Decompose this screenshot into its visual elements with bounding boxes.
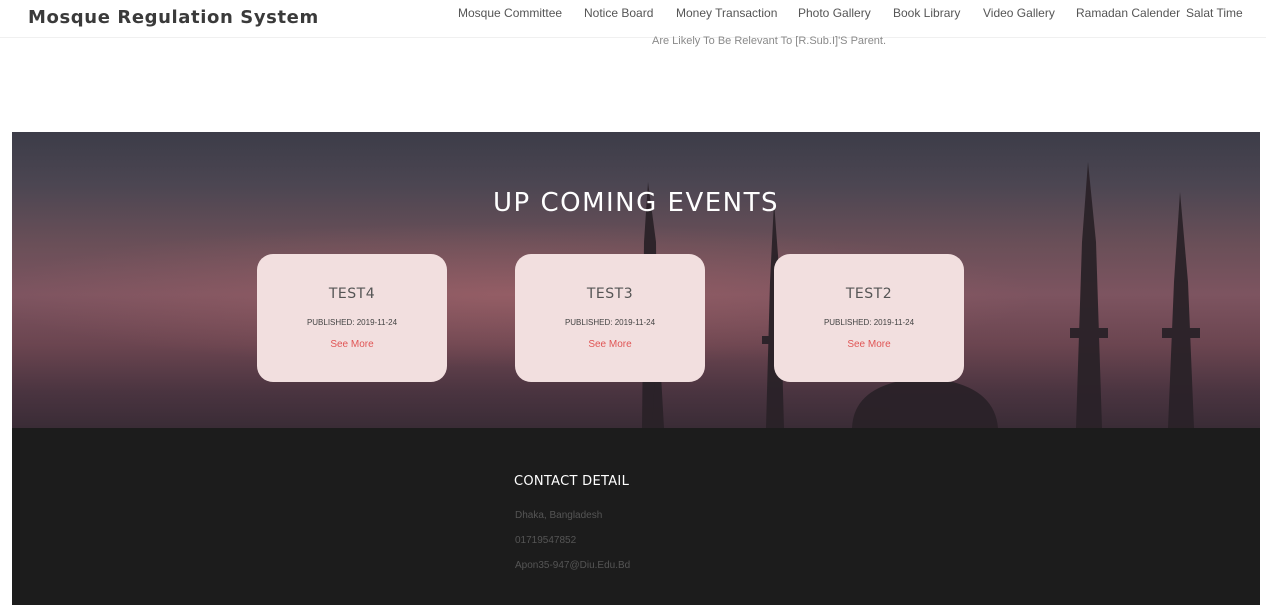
nav-link-notice-board[interactable]: Notice Board (584, 6, 653, 20)
top-navbar: Mosque Regulation System Mosque Committe… (0, 0, 1266, 38)
event-title: TEST4 (328, 286, 376, 302)
nav-link-salat-time[interactable]: Salat Time (1186, 6, 1243, 20)
see-more-link[interactable]: See More (774, 339, 964, 350)
see-more-link[interactable]: See More (515, 339, 705, 350)
nav-link-book-library[interactable]: Book Library (893, 6, 960, 20)
contact-detail-heading: CONTACT DETAIL (514, 474, 630, 489)
event-card: TEST4 PUBLISHED: 2019-11-24 See More (257, 254, 447, 382)
see-more-link[interactable]: See More (257, 339, 447, 350)
nav-link-photo-gallery[interactable]: Photo Gallery (798, 6, 871, 20)
footer: CONTACT DETAIL Dhaka, Bangladesh 0171954… (12, 428, 1260, 605)
event-published-date: PUBLISHED: 2019-11-24 (564, 318, 656, 327)
upcoming-events-section: UP COMING EVENTS TEST4 PUBLISHED: 2019-1… (12, 132, 1260, 428)
contact-email[interactable]: Apon35-947@Diu.Edu.Bd (515, 560, 630, 571)
event-published-date: PUBLISHED: 2019-11-24 (823, 318, 915, 327)
contact-address: Dhaka, Bangladesh (515, 510, 603, 521)
nav-link-ramadan-calender[interactable]: Ramadan Calender (1076, 6, 1180, 20)
main-nav: Mosque Committee Notice Board Money Tran… (0, 6, 1266, 22)
event-published-date: PUBLISHED: 2019-11-24 (306, 318, 398, 327)
event-card: TEST2 PUBLISHED: 2019-11-24 See More (774, 254, 964, 382)
event-card: TEST3 PUBLISHED: 2019-11-24 See More (515, 254, 705, 382)
nav-link-mosque-committee[interactable]: Mosque Committee (458, 6, 562, 20)
nav-link-video-gallery[interactable]: Video Gallery (983, 6, 1055, 20)
event-title: TEST2 (845, 286, 893, 302)
intro-text: Are Likely To Be Relevant To [R.Sub.I]'S… (652, 35, 887, 47)
contact-phone: 01719547852 (515, 535, 577, 546)
nav-link-money-transaction[interactable]: Money Transaction (676, 6, 777, 20)
event-title: TEST3 (586, 286, 634, 302)
events-section-title: UP COMING EVENTS (492, 188, 780, 218)
